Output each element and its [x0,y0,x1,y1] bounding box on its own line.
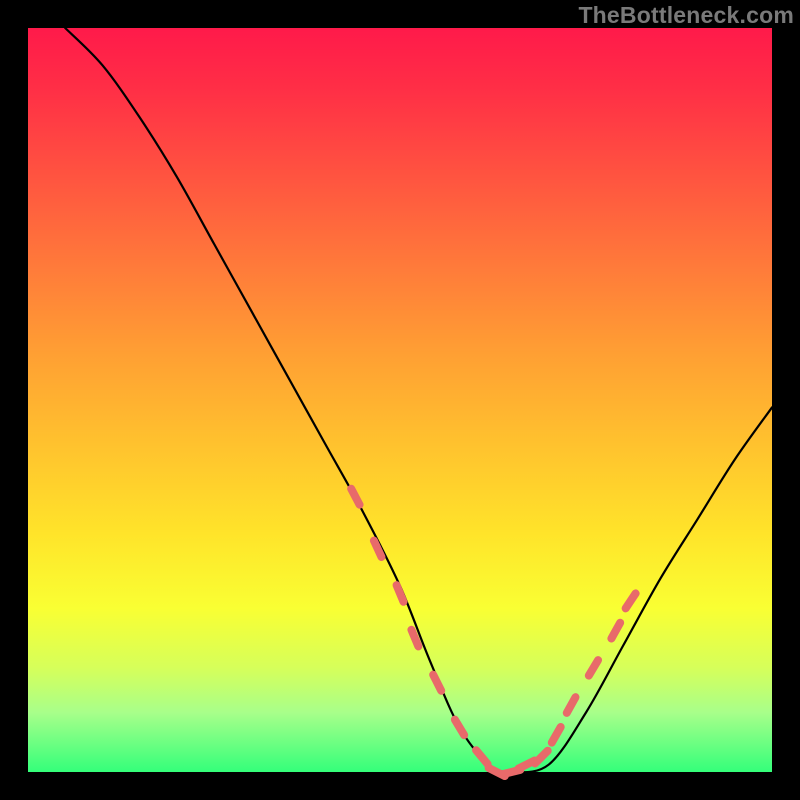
curve-marker [552,727,561,743]
curve-marker [433,675,441,691]
watermark-area: TheBottleneck.com [0,0,800,28]
watermark-text: TheBottleneck.com [578,2,794,29]
curve-marker [411,630,418,647]
marker-group [351,489,635,776]
bottleneck-curve-svg [28,28,772,772]
curve-marker [589,660,598,675]
curve-marker [611,623,620,639]
curve-marker [351,489,359,505]
curve-marker [397,585,404,602]
bottleneck-curve-path [65,28,772,772]
chart-plot-area [28,28,772,772]
curve-marker [455,720,464,735]
curve-marker [476,750,488,764]
curve-marker [567,697,576,713]
curve-marker [535,751,548,764]
curve-marker [626,593,636,608]
